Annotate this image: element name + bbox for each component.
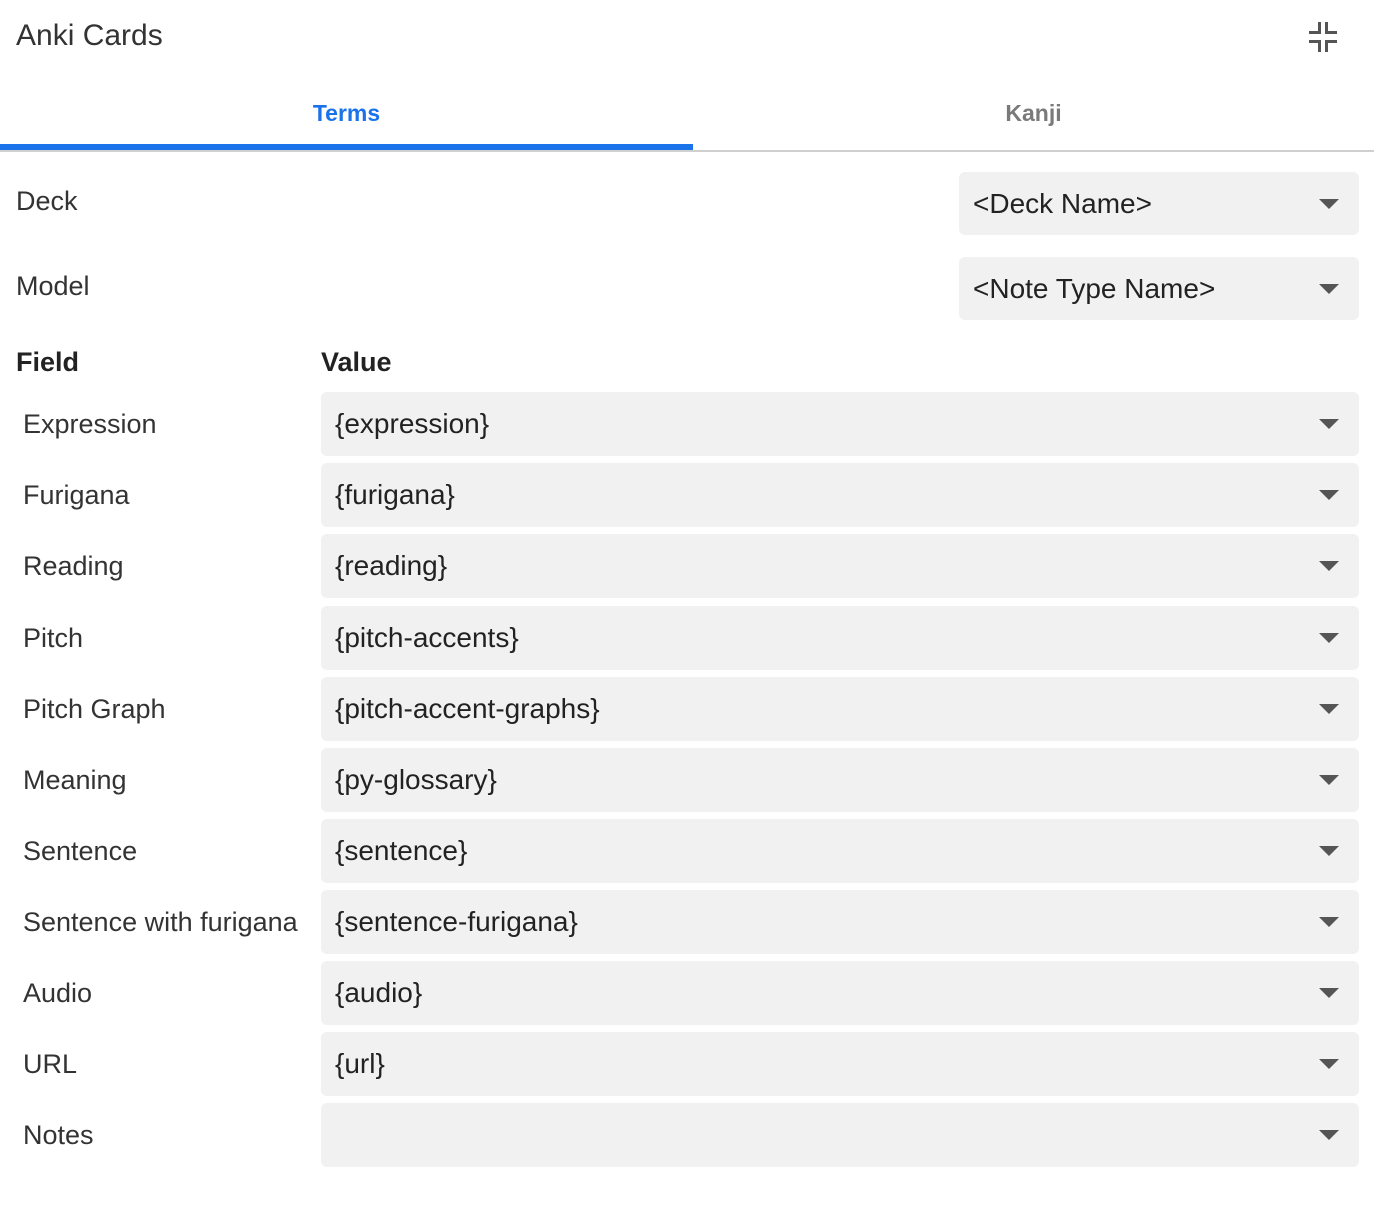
collapse-icon — [1309, 22, 1337, 52]
deck-label: Deck — [16, 186, 78, 216]
chevron-down-icon — [1319, 704, 1339, 714]
field-name: Audio — [23, 977, 93, 1008]
table-row: Furigana {furigana} — [0, 463, 1374, 527]
field-name: Pitch — [23, 622, 84, 653]
chevron-down-icon — [1319, 775, 1339, 785]
field-value-select-meaning[interactable]: {py-glossary} — [321, 748, 1359, 812]
field-value: {reading} — [335, 550, 448, 581]
chevron-down-icon — [1319, 633, 1339, 643]
field-value-select-reading[interactable]: {reading} — [321, 534, 1359, 598]
chevron-down-icon — [1319, 1130, 1339, 1140]
model-select-value: <Note Type Name> — [973, 272, 1216, 304]
page-title: Anki Cards — [16, 19, 163, 52]
chevron-down-icon — [1319, 988, 1339, 998]
table-row: Expression {expression} — [0, 392, 1374, 456]
table-row: Reading {reading} — [0, 534, 1374, 598]
chevron-down-icon — [1319, 917, 1339, 927]
value-column-header: Value — [321, 347, 392, 377]
table-row: Pitch {pitch-accents} — [0, 606, 1374, 670]
field-value: {url} — [335, 1048, 385, 1079]
field-value: {pitch-accents} — [335, 622, 519, 653]
field-name: Sentence — [23, 835, 138, 866]
field-column-header: Field — [16, 347, 80, 377]
field-value: {expression} — [335, 408, 490, 439]
field-value-select-sentence-furigana[interactable]: {sentence-furigana} — [321, 890, 1359, 954]
tab-bar: Terms Kanji — [0, 76, 1374, 152]
field-value: {pitch-accent-graphs} — [335, 693, 600, 724]
table-row: Audio {audio} — [0, 961, 1374, 1025]
field-value-select-url[interactable]: {url} — [321, 1032, 1359, 1096]
field-value: {audio} — [335, 977, 423, 1008]
field-value-select-audio[interactable]: {audio} — [321, 961, 1359, 1025]
table-row: Sentence with furigana {sentence-furigan… — [0, 890, 1374, 954]
model-label: Model — [16, 271, 90, 301]
chevron-down-icon — [1319, 561, 1339, 571]
model-select[interactable]: <Note Type Name> — [959, 257, 1359, 320]
table-row: URL {url} — [0, 1032, 1374, 1096]
chevron-down-icon — [1319, 419, 1339, 429]
deck-select-value: <Deck Name> — [973, 187, 1152, 219]
tab-kanji[interactable]: Kanji — [693, 76, 1374, 150]
field-name: Furigana — [23, 479, 130, 510]
chevron-down-icon — [1319, 490, 1339, 500]
field-name: Meaning — [23, 764, 127, 795]
field-value-select-pitch[interactable]: {pitch-accents} — [321, 606, 1359, 670]
tab-terms[interactable]: Terms — [0, 76, 693, 150]
chevron-down-icon — [1319, 283, 1339, 294]
field-value: {sentence} — [335, 835, 468, 866]
active-tab-indicator — [0, 144, 693, 150]
field-name: Pitch Graph — [23, 693, 166, 724]
chevron-down-icon — [1319, 1059, 1339, 1069]
chevron-down-icon — [1319, 846, 1339, 856]
table-row: Pitch Graph {pitch-accent-graphs} — [0, 677, 1374, 741]
field-name: Notes — [23, 1119, 94, 1150]
field-name: Expression — [23, 408, 157, 439]
deck-select[interactable]: <Deck Name> — [959, 172, 1359, 235]
field-value-select-notes[interactable] — [321, 1103, 1359, 1167]
chevron-down-icon — [1319, 198, 1339, 209]
field-name: URL — [23, 1048, 78, 1079]
header: Anki Cards — [0, 0, 1374, 76]
table-row: Notes — [0, 1103, 1374, 1167]
field-name: Sentence with furigana — [23, 906, 298, 937]
field-value: {sentence-furigana} — [335, 906, 578, 937]
collapse-button[interactable] — [1300, 14, 1346, 60]
field-value: {py-glossary} — [335, 764, 497, 795]
field-name: Reading — [23, 550, 124, 581]
field-value-select-expression[interactable]: {expression} — [321, 392, 1359, 456]
field-value: {furigana} — [335, 479, 455, 510]
field-value-select-furigana[interactable]: {furigana} — [321, 463, 1359, 527]
field-value-select-pitch-graph[interactable]: {pitch-accent-graphs} — [321, 677, 1359, 741]
table-row: Sentence {sentence} — [0, 819, 1374, 883]
field-value-select-sentence[interactable]: {sentence} — [321, 819, 1359, 883]
table-row: Meaning {py-glossary} — [0, 748, 1374, 812]
